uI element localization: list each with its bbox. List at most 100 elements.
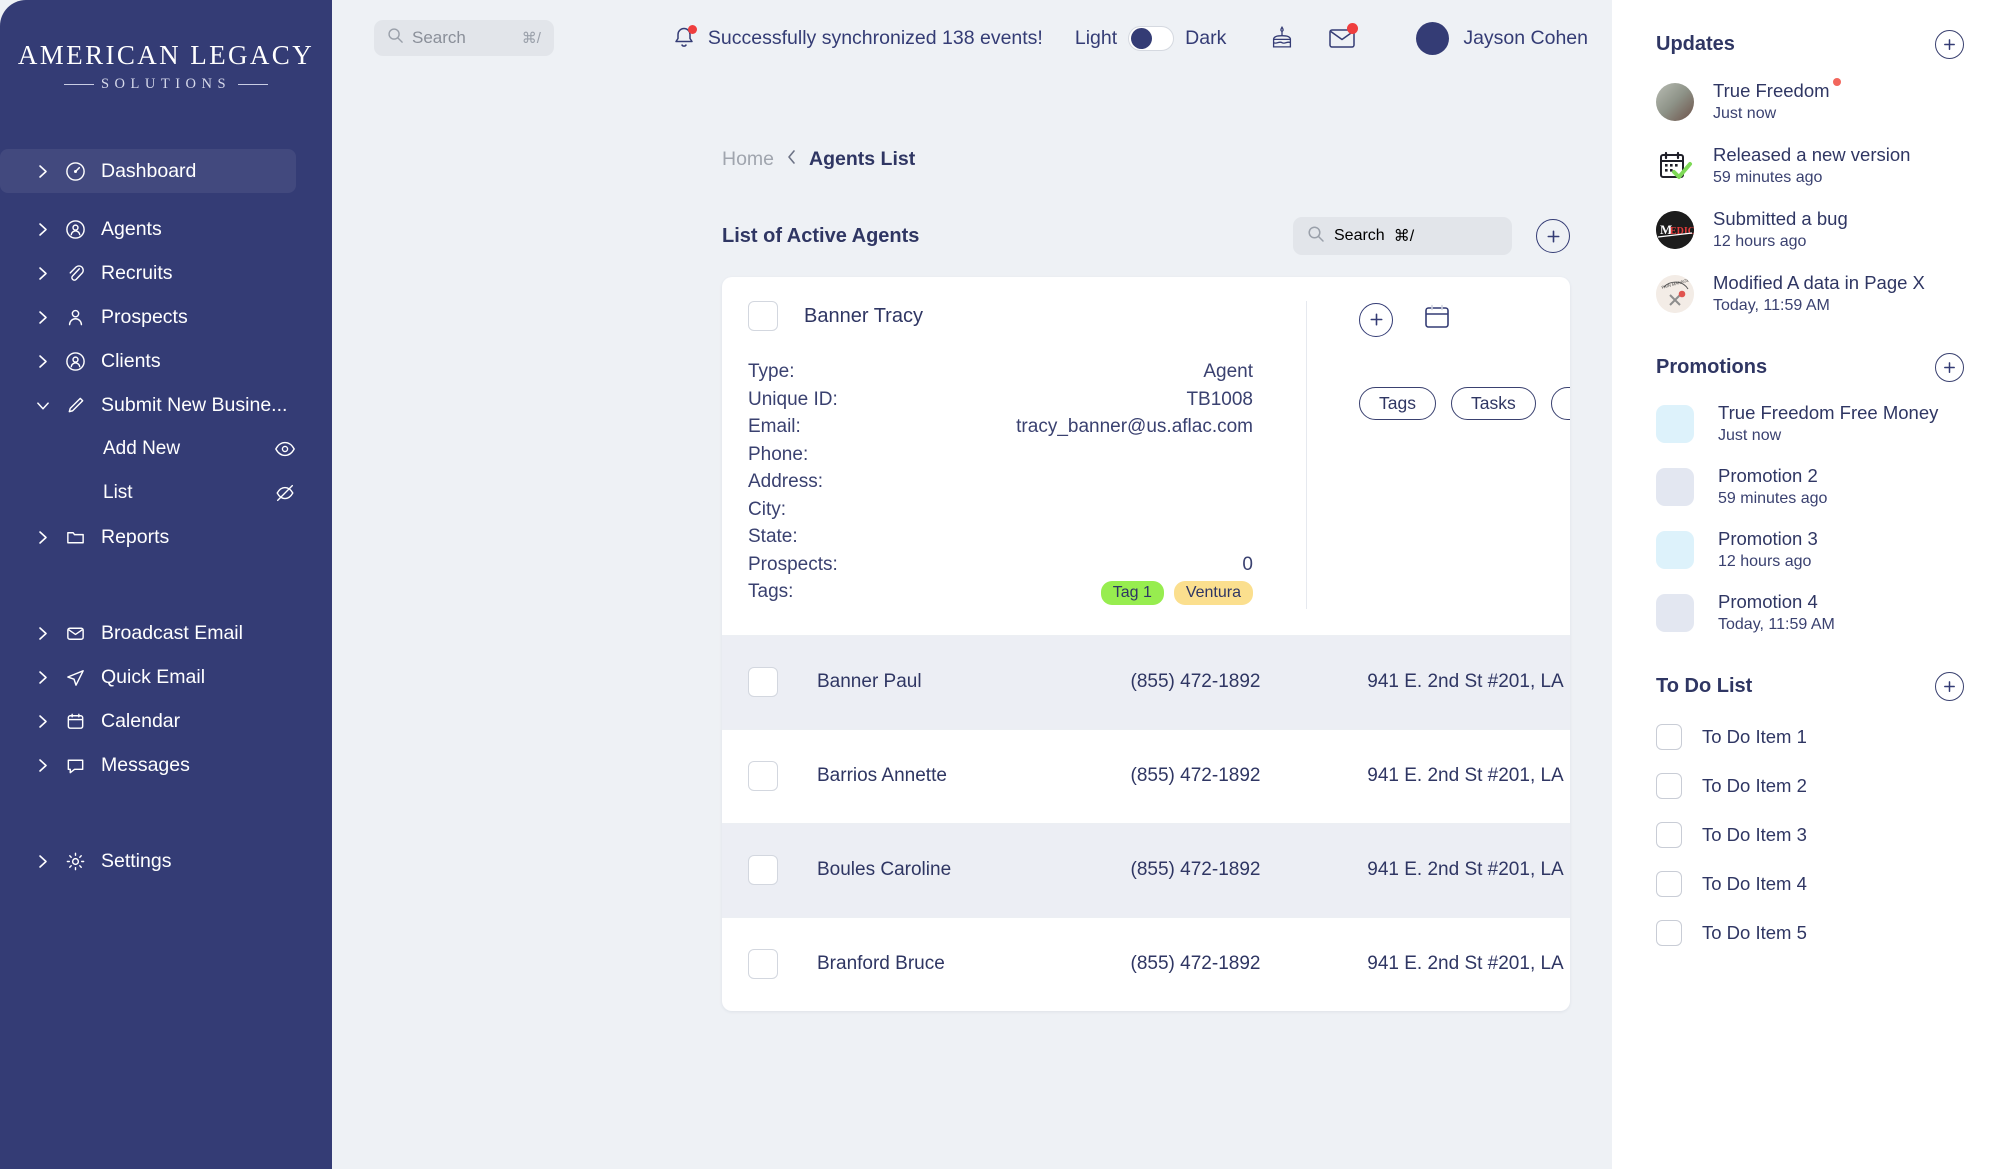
row-checkbox[interactable]	[748, 761, 778, 791]
list-item[interactable]: True Freedom Just now	[1656, 78, 1964, 123]
theme-toggle-switch[interactable]	[1128, 25, 1175, 51]
list-item[interactable]: To Do Item 3	[1656, 822, 1964, 848]
logo-rule-right	[238, 84, 269, 85]
brand-subtitle: SOLUTIONS	[100, 76, 232, 92]
agent-detail-fields: Type: Agent Unique ID: TB1008 Email: tra…	[748, 361, 1253, 609]
list-search-placeholder: Search	[1334, 227, 1385, 244]
table-row[interactable]: Branford Bruce (855) 472-1892 941 E. 2nd…	[722, 916, 1570, 1011]
breadcrumb-home[interactable]: Home	[722, 148, 774, 171]
promotion-time: Just now	[1718, 427, 1782, 444]
table-row[interactable]: Barrios Annette (855) 472-1892 941 E. 2n…	[722, 728, 1570, 823]
chevron-down-icon	[36, 400, 50, 411]
sidebar-label-broadcast-email: Broadcast Email	[101, 621, 243, 644]
send-icon	[64, 666, 87, 689]
add-agent-button[interactable]	[1536, 219, 1570, 253]
list-item[interactable]: To Do Item 1	[1656, 724, 1964, 750]
sidebar-item-agents[interactable]: Agents	[0, 207, 332, 251]
sidebar-item-submit-new-business[interactable]: Submit New Busine...	[0, 383, 332, 427]
logs-button[interactable]: Logs	[1550, 386, 1570, 420]
field-label: Email:	[748, 416, 801, 437]
section-header: List of Active Agents Search ⌘/	[332, 171, 1612, 255]
sidebar-item-prospects[interactable]: Prospects	[0, 295, 332, 339]
table-row[interactable]: Boules Caroline (855) 472-1892 941 E. 2n…	[722, 822, 1570, 917]
todo-checkbox[interactable]	[1656, 822, 1682, 848]
birthday-cake-icon[interactable]	[1266, 22, 1298, 54]
sidebar-subitem-list[interactable]: List	[0, 471, 332, 515]
list-item[interactable]: To Do Item 4	[1656, 871, 1964, 897]
add-item-button[interactable]	[1359, 302, 1393, 337]
unread-dot	[1832, 78, 1841, 86]
row-address: 941 E. 2nd St #201, LA	[1367, 953, 1564, 974]
list-item[interactable]: Released a new version 59 minutes ago	[1656, 144, 1964, 187]
bell-badge-dot	[687, 25, 697, 34]
bell-icon[interactable]	[672, 25, 697, 51]
topbar-icons: Jayson Cohen	[1266, 21, 1588, 55]
clients-icon	[64, 350, 87, 373]
sync-message: Successfully synchronized 138 events!	[707, 26, 1043, 49]
todo-checkbox[interactable]	[1656, 871, 1682, 897]
sidebar-item-quick-email[interactable]: Quick Email	[0, 655, 332, 699]
updates-title: Updates	[1656, 33, 1735, 55]
add-todo-button[interactable]	[1935, 672, 1964, 701]
table-row[interactable]: Banner Paul (855) 472-1892 941 E. 2nd St…	[722, 634, 1570, 729]
sidebar-item-dashboard[interactable]: Dashboard	[0, 149, 296, 193]
eye-off-icon[interactable]	[273, 482, 296, 505]
field-label: Type:	[748, 361, 795, 382]
add-update-button[interactable]	[1935, 30, 1964, 59]
field-label: State:	[748, 526, 798, 547]
theme-label-dark: Dark	[1185, 26, 1227, 49]
update-time: 59 minutes ago	[1713, 169, 1823, 186]
todo-checkbox[interactable]	[1656, 724, 1682, 750]
eye-icon[interactable]	[273, 438, 296, 461]
sidebar-item-messages[interactable]: Messages	[0, 743, 332, 787]
tags-button[interactable]: Tags	[1359, 386, 1436, 420]
user-profile[interactable]: Jayson Cohen	[1416, 21, 1588, 55]
row-checkbox[interactable]	[748, 301, 778, 331]
row-checkbox[interactable]	[748, 667, 778, 697]
list-item[interactable]: True Freedom Free Money Just now	[1656, 402, 1964, 445]
sidebar-item-clients[interactable]: Clients	[0, 339, 332, 383]
list-item[interactable]: PAIN MANAGEMENT Modified A data in Page …	[1656, 272, 1964, 315]
sidebar-item-recruits[interactable]: Recruits	[0, 251, 332, 295]
row-checkbox[interactable]	[748, 855, 778, 885]
todo-checkbox[interactable]	[1656, 920, 1682, 946]
list-item[interactable]: Promotion 3 12 hours ago	[1656, 528, 1964, 571]
breadcrumb: Home Agents List	[332, 76, 1612, 171]
row-checkbox[interactable]	[748, 949, 778, 979]
tasks-button[interactable]: Tasks	[1450, 386, 1536, 420]
todo-title: To Do List	[1656, 675, 1753, 697]
todo-checkbox[interactable]	[1656, 773, 1682, 799]
list-item[interactable]: M EDIC Submitted a bug 12 hours ago	[1656, 208, 1964, 251]
right-panel: Updates True Freedom Just now Released a…	[1612, 0, 2000, 1169]
field-label: City:	[748, 498, 786, 520]
theme-toggle[interactable]: Light Dark	[1075, 25, 1227, 51]
sidebar-item-reports[interactable]: Reports	[0, 515, 332, 559]
detail-field-state: State:	[748, 526, 1253, 554]
mail-icon[interactable]	[1326, 22, 1359, 54]
sidebar-subitem-add-new[interactable]: Add New	[0, 427, 332, 471]
calendar-icon[interactable]	[1421, 301, 1453, 338]
todo-header: To Do List	[1656, 672, 1964, 701]
list-search-input[interactable]: Search ⌘/	[1293, 217, 1512, 255]
sidebar-item-calendar[interactable]: Calendar	[0, 699, 332, 743]
update-time: Today, 11:59 AM	[1713, 297, 1830, 314]
row-phone: (855) 472-1892	[1130, 765, 1261, 786]
tag-chip[interactable]: Ventura	[1173, 581, 1253, 605]
list-item[interactable]: To Do Item 2	[1656, 773, 1964, 799]
page-title: List of Active Agents	[722, 224, 920, 247]
tag-chip[interactable]: Tag 1	[1100, 581, 1164, 605]
pain-management-logo: PAIN MANAGEMENT	[1656, 274, 1694, 313]
global-search-input[interactable]: Search ⌘/	[374, 20, 554, 56]
sidebar-item-broadcast-email[interactable]: Broadcast Email	[0, 611, 332, 655]
detail-field-city: City:	[748, 499, 1253, 527]
field-value: 0	[1242, 553, 1253, 575]
list-item[interactable]: To Do Item 5	[1656, 920, 1964, 946]
sidebar-item-settings[interactable]: Settings	[0, 839, 332, 883]
chevron-right-icon	[36, 714, 50, 729]
list-item[interactable]: Promotion 4 Today, 11:59 AM	[1656, 591, 1964, 634]
list-item[interactable]: Promotion 2 59 minutes ago	[1656, 465, 1964, 508]
add-promotion-button[interactable]	[1935, 353, 1964, 382]
sidebar-label-reports: Reports	[101, 525, 170, 548]
sidebar-label-quick-email: Quick Email	[101, 665, 206, 688]
chevron-right-icon	[36, 164, 50, 179]
